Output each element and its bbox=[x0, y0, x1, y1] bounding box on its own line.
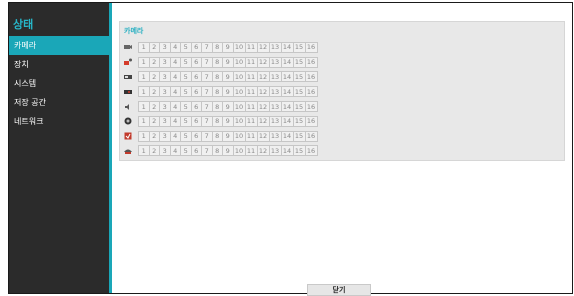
channel-cells: 1 2 3 4 5 6 7 8 9 10 11 12 13 14 15 16 bbox=[138, 145, 318, 157]
channel-cell: 16 bbox=[304, 101, 318, 113]
status-row: 1 2 3 4 5 6 7 8 9 10 11 12 13 14 15 16 bbox=[122, 129, 318, 144]
channel-cell: 16 bbox=[304, 86, 318, 98]
channel-cell: 16 bbox=[304, 145, 318, 157]
sidebar-title: 상태 bbox=[13, 18, 34, 31]
sidebar-item-system[interactable]: 시스템 bbox=[9, 74, 109, 93]
ptz-icon bbox=[122, 145, 134, 157]
close-button[interactable]: 닫기 bbox=[307, 284, 371, 296]
video-loss-icon bbox=[122, 71, 134, 83]
camera-status-panel: 카메라 1 2 3 4 5 6 7 8 9 10 11 12 13 14 15 16 1 2 3 4 5 6 7 8 9 10 11… bbox=[119, 21, 565, 161]
channel-cells: 1 2 3 4 5 6 7 8 9 10 11 12 13 14 15 16 bbox=[138, 101, 318, 113]
motion-alert-icon bbox=[122, 56, 134, 68]
status-grid: 1 2 3 4 5 6 7 8 9 10 11 12 13 14 15 16 1 2 3 4 5 6 7 8 9 10 11 12 13… bbox=[122, 40, 318, 159]
channel-cells: 1 2 3 4 5 6 7 8 9 10 11 12 13 14 15 16 bbox=[138, 86, 318, 98]
audio-icon bbox=[122, 101, 134, 113]
sidebar-accent-line bbox=[109, 3, 112, 293]
status-row: 1 2 3 4 5 6 7 8 9 10 11 12 13 14 15 16 bbox=[122, 84, 318, 99]
channel-cells: 1 2 3 4 5 6 7 8 9 10 11 12 13 14 15 16 bbox=[138, 41, 318, 53]
channel-cells: 1 2 3 4 5 6 7 8 9 10 11 12 13 14 15 16 bbox=[138, 71, 318, 83]
status-row: 1 2 3 4 5 6 7 8 9 10 11 12 13 14 15 16 bbox=[122, 99, 318, 114]
sidebar-item-network[interactable]: 네트워크 bbox=[9, 112, 109, 131]
sidebar-menu: 카메라 장치 시스템 저장 공간 네트워크 bbox=[9, 36, 109, 131]
channel-cells: 1 2 3 4 5 6 7 8 9 10 11 12 13 14 15 16 bbox=[138, 115, 318, 127]
tamper-icon bbox=[122, 115, 134, 127]
status-row: 1 2 3 4 5 6 7 8 9 10 11 12 13 14 15 16 bbox=[122, 55, 318, 70]
status-row: 1 2 3 4 5 6 7 8 9 10 11 12 13 14 15 16 bbox=[122, 114, 318, 129]
channel-cells: 1 2 3 4 5 6 7 8 9 10 11 12 13 14 15 16 bbox=[138, 130, 318, 142]
channel-cell: 16 bbox=[304, 115, 318, 127]
status-row: 1 2 3 4 5 6 7 8 9 10 11 12 13 14 15 16 bbox=[122, 144, 318, 159]
channel-cells: 1 2 3 4 5 6 7 8 9 10 11 12 13 14 15 16 bbox=[138, 56, 318, 68]
event-icon bbox=[122, 130, 134, 142]
recording-icon bbox=[122, 86, 134, 98]
section-title: 카메라 bbox=[124, 27, 144, 35]
channel-cell: 16 bbox=[304, 130, 318, 142]
channel-cell: 16 bbox=[304, 56, 318, 68]
status-window: 상태 카메라 장치 시스템 저장 공간 네트워크 카메라 1 2 3 4 5 6 7 8 9 10… bbox=[8, 2, 573, 296]
sidebar-item-device[interactable]: 장치 bbox=[9, 55, 109, 74]
sidebar: 상태 카메라 장치 시스템 저장 공간 네트워크 bbox=[9, 3, 112, 293]
channel-cell: 16 bbox=[304, 71, 318, 83]
camera-settings-icon bbox=[122, 41, 134, 53]
sidebar-item-storage[interactable]: 저장 공간 bbox=[9, 93, 109, 112]
channel-cell: 16 bbox=[304, 41, 318, 53]
status-row: 1 2 3 4 5 6 7 8 9 10 11 12 13 14 15 16 bbox=[122, 70, 318, 85]
status-row: 1 2 3 4 5 6 7 8 9 10 11 12 13 14 15 16 bbox=[122, 40, 318, 55]
sidebar-item-camera[interactable]: 카메라 bbox=[9, 36, 109, 55]
